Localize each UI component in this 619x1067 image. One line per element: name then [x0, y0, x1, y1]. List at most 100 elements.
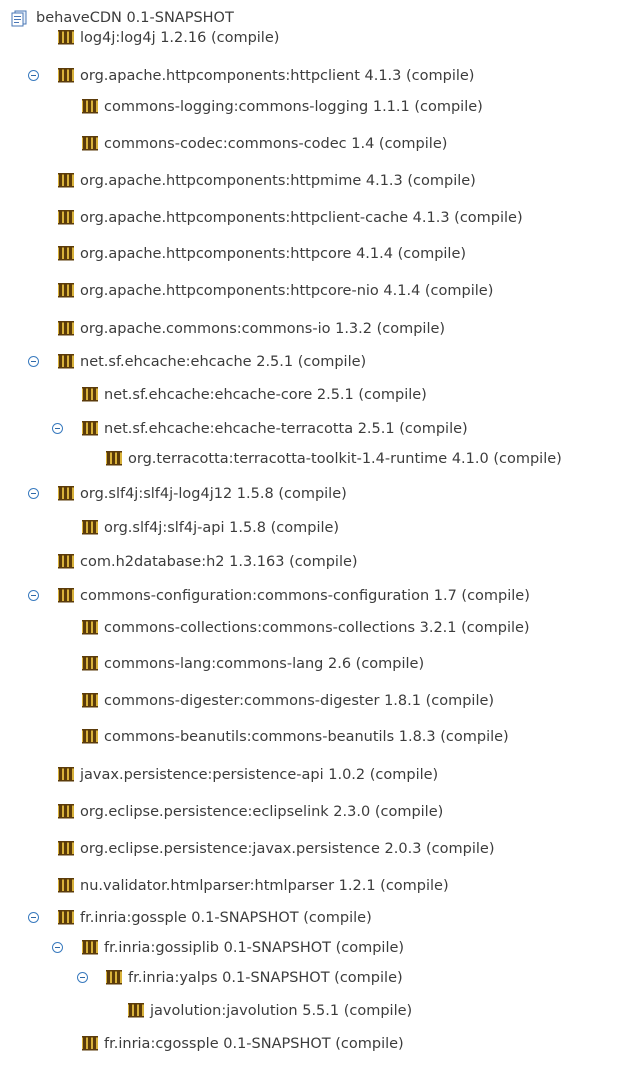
- tree-item-label: commons-lang:commons-lang 2.6 (compile): [104, 656, 425, 672]
- jar-library-icon: [82, 656, 98, 671]
- tree-item-cgossple[interactable]: fr.inria:cgossple 0.1-SNAPSHOT (compile): [0, 1033, 619, 1055]
- tree-item-label: org.slf4j:slf4j-log4j12 1.5.8 (compile): [80, 486, 347, 502]
- jar-library-icon: [82, 520, 98, 535]
- tree-root[interactable]: behaveCDN 0.1-SNAPSHOT: [0, 7, 619, 29]
- jar-library-icon: [58, 804, 74, 819]
- jar-library-icon: [82, 421, 98, 436]
- tree-item-ehcache-terracotta[interactable]: net.sf.ehcache:ehcache-terracotta 2.5.1 …: [0, 418, 619, 440]
- tree-item-commons-configuration[interactable]: commons-configuration:commons-configurat…: [0, 585, 619, 607]
- tree-item-label: commons-collections:commons-collections …: [104, 620, 530, 636]
- jar-library-icon: [106, 970, 122, 985]
- tree-item-slf4j-api[interactable]: org.slf4j:slf4j-api 1.5.8 (compile): [0, 517, 619, 539]
- tree-item-javax-persistence[interactable]: org.eclipse.persistence:javax.persistenc…: [0, 838, 619, 860]
- jar-library-icon: [58, 767, 74, 782]
- tree-item-label: fr.inria:gossple 0.1-SNAPSHOT (compile): [80, 910, 372, 926]
- jar-library-icon: [58, 878, 74, 893]
- jar-library-icon: [58, 486, 74, 501]
- jar-library-icon: [58, 588, 74, 603]
- tree-item-commons-digester[interactable]: commons-digester:commons-digester 1.8.1 …: [0, 690, 619, 712]
- tree-item-label: org.apache.httpcomponents:httpclient 4.1…: [80, 68, 475, 84]
- tree-item-label: commons-logging:commons-logging 1.1.1 (c…: [104, 99, 483, 115]
- tree-item-commons-lang[interactable]: commons-lang:commons-lang 2.6 (compile): [0, 653, 619, 675]
- tree-root-label: behaveCDN 0.1-SNAPSHOT: [36, 10, 234, 26]
- tree-item-label: fr.inria:yalps 0.1-SNAPSHOT (compile): [128, 970, 403, 986]
- jar-library-icon: [82, 620, 98, 635]
- collapse-toggle-icon[interactable]: [28, 590, 39, 601]
- maven-project-icon: [11, 10, 27, 27]
- jar-library-icon: [58, 841, 74, 856]
- tree-item-label: org.apache.httpcomponents:httpclient-cac…: [80, 210, 523, 226]
- tree-item-label: net.sf.ehcache:ehcache-terracotta 2.5.1 …: [104, 421, 468, 437]
- tree-item-label: com.h2database:h2 1.3.163 (compile): [80, 554, 358, 570]
- tree-item-label: org.apache.commons:commons-io 1.3.2 (com…: [80, 321, 446, 337]
- jar-library-icon: [58, 554, 74, 569]
- jar-library-icon: [82, 940, 98, 955]
- jar-library-icon: [82, 387, 98, 402]
- tree-item-persistence-api[interactable]: javax.persistence:persistence-api 1.0.2 …: [0, 764, 619, 786]
- dependency-tree: behaveCDN 0.1-SNAPSHOT log4j:log4j 1.2.1…: [0, 0, 619, 1067]
- tree-item-label: nu.validator.htmlparser:htmlparser 1.2.1…: [80, 878, 449, 894]
- tree-item-commons-codec[interactable]: commons-codec:commons-codec 1.4 (compile…: [0, 133, 619, 155]
- collapse-toggle-icon[interactable]: [28, 70, 39, 81]
- tree-item-label: commons-configuration:commons-configurat…: [80, 588, 530, 604]
- tree-item-terracotta-toolkit[interactable]: org.terracotta:terracotta-toolkit-1.4-ru…: [0, 448, 619, 470]
- jar-library-icon: [58, 910, 74, 925]
- jar-library-icon: [58, 68, 74, 83]
- tree-item-httpcore-nio[interactable]: org.apache.httpcomponents:httpcore-nio 4…: [0, 280, 619, 302]
- tree-item-label: commons-digester:commons-digester 1.8.1 …: [104, 693, 495, 709]
- tree-item-label: commons-codec:commons-codec 1.4 (compile…: [104, 136, 448, 152]
- tree-item-commons-beanutils[interactable]: commons-beanutils:commons-beanutils 1.8.…: [0, 726, 619, 748]
- tree-item-yalps[interactable]: fr.inria:yalps 0.1-SNAPSHOT (compile): [0, 967, 619, 989]
- tree-item-ehcache-core[interactable]: net.sf.ehcache:ehcache-core 2.5.1 (compi…: [0, 384, 619, 406]
- tree-item-gossple[interactable]: fr.inria:gossple 0.1-SNAPSHOT (compile): [0, 907, 619, 929]
- tree-item-httpcore[interactable]: org.apache.httpcomponents:httpcore 4.1.4…: [0, 243, 619, 265]
- jar-library-icon: [82, 693, 98, 708]
- tree-item-h2[interactable]: com.h2database:h2 1.3.163 (compile): [0, 551, 619, 573]
- tree-item-label: commons-beanutils:commons-beanutils 1.8.…: [104, 729, 509, 745]
- tree-item-log4j[interactable]: log4j:log4j 1.2.16 (compile): [0, 27, 619, 49]
- tree-item-label: org.terracotta:terracotta-toolkit-1.4-ru…: [128, 451, 562, 467]
- tree-item-label: org.slf4j:slf4j-api 1.5.8 (compile): [104, 520, 340, 536]
- tree-item-httpmime[interactable]: org.apache.httpcomponents:httpmime 4.1.3…: [0, 170, 619, 192]
- tree-item-gossiplib[interactable]: fr.inria:gossiplib 0.1-SNAPSHOT (compile…: [0, 937, 619, 959]
- tree-item-commons-io[interactable]: org.apache.commons:commons-io 1.3.2 (com…: [0, 318, 619, 340]
- tree-item-commons-logging[interactable]: commons-logging:commons-logging 1.1.1 (c…: [0, 96, 619, 118]
- jar-library-icon: [128, 1003, 144, 1018]
- tree-item-label: fr.inria:gossiplib 0.1-SNAPSHOT (compile…: [104, 940, 405, 956]
- jar-library-icon: [82, 136, 98, 151]
- jar-library-icon: [106, 451, 122, 466]
- tree-item-commons-collections[interactable]: commons-collections:commons-collections …: [0, 617, 619, 639]
- jar-library-icon: [82, 1036, 98, 1051]
- tree-item-label: javax.persistence:persistence-api 1.0.2 …: [80, 767, 439, 783]
- tree-item-htmlparser[interactable]: nu.validator.htmlparser:htmlparser 1.2.1…: [0, 875, 619, 897]
- jar-library-icon: [82, 729, 98, 744]
- collapse-toggle-icon[interactable]: [28, 488, 39, 499]
- jar-library-icon: [58, 354, 74, 369]
- tree-item-slf4j-log4j12[interactable]: org.slf4j:slf4j-log4j12 1.5.8 (compile): [0, 483, 619, 505]
- tree-item-label: log4j:log4j 1.2.16 (compile): [80, 30, 280, 46]
- jar-library-icon: [82, 99, 98, 114]
- collapse-toggle-icon[interactable]: [52, 942, 63, 953]
- jar-library-icon: [58, 210, 74, 225]
- tree-item-label: fr.inria:cgossple 0.1-SNAPSHOT (compile): [104, 1036, 404, 1052]
- tree-item-javolution[interactable]: javolution:javolution 5.5.1 (compile): [0, 1000, 619, 1022]
- jar-library-icon: [58, 173, 74, 188]
- tree-item-label: org.apache.httpcomponents:httpcore 4.1.4…: [80, 246, 467, 262]
- tree-item-eclipselink[interactable]: org.eclipse.persistence:eclipselink 2.3.…: [0, 801, 619, 823]
- collapse-toggle-icon[interactable]: [28, 356, 39, 367]
- tree-item-label: org.apache.httpcomponents:httpcore-nio 4…: [80, 283, 494, 299]
- collapse-toggle-icon[interactable]: [52, 423, 63, 434]
- collapse-toggle-icon[interactable]: [28, 912, 39, 923]
- jar-library-icon: [58, 246, 74, 261]
- jar-library-icon: [58, 321, 74, 336]
- tree-item-label: org.eclipse.persistence:eclipselink 2.3.…: [80, 804, 444, 820]
- tree-item-httpclient-cache[interactable]: org.apache.httpcomponents:httpclient-cac…: [0, 207, 619, 229]
- jar-library-icon: [58, 283, 74, 298]
- tree-item-httpclient[interactable]: org.apache.httpcomponents:httpclient 4.1…: [0, 65, 619, 87]
- tree-item-label: org.apache.httpcomponents:httpmime 4.1.3…: [80, 173, 476, 189]
- tree-item-label: org.eclipse.persistence:javax.persistenc…: [80, 841, 495, 857]
- tree-item-ehcache[interactable]: net.sf.ehcache:ehcache 2.5.1 (compile): [0, 351, 619, 373]
- tree-item-label: net.sf.ehcache:ehcache-core 2.5.1 (compi…: [104, 387, 427, 403]
- collapse-toggle-icon[interactable]: [77, 972, 88, 983]
- tree-item-label: net.sf.ehcache:ehcache 2.5.1 (compile): [80, 354, 367, 370]
